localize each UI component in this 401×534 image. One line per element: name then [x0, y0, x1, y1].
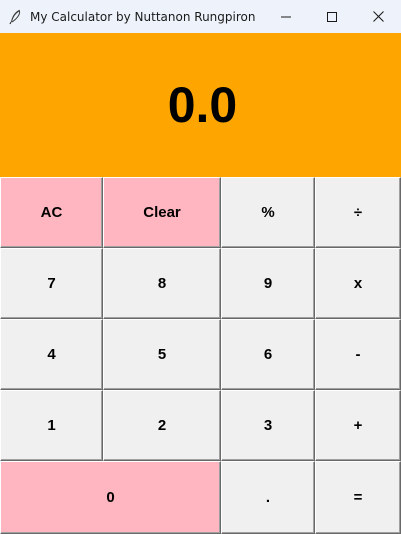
maximize-button[interactable] — [309, 0, 355, 33]
multiply-button[interactable]: x — [315, 248, 401, 319]
minus-button[interactable]: - — [315, 319, 401, 390]
close-button[interactable] — [355, 0, 401, 33]
clear-button[interactable]: Clear — [103, 177, 221, 248]
feather-icon — [0, 0, 30, 33]
maximize-icon — [327, 11, 337, 22]
divide-button[interactable]: ÷ — [315, 177, 401, 248]
ac-button[interactable]: AC — [0, 177, 103, 248]
display-value: 0.0 — [167, 77, 238, 133]
plus-button[interactable]: + — [315, 390, 401, 461]
digit-4-button[interactable]: 4 — [0, 319, 103, 390]
close-icon — [372, 11, 384, 22]
digit-8-button[interactable]: 8 — [103, 248, 221, 319]
minimize-button[interactable] — [263, 0, 309, 33]
digit-0-button[interactable]: 0 — [0, 461, 221, 534]
percent-button[interactable]: % — [221, 177, 315, 248]
digit-2-button[interactable]: 2 — [103, 390, 221, 461]
digit-6-button[interactable]: 6 — [221, 319, 315, 390]
window-title: My Calculator by Nuttanon Rungpiron — [30, 9, 256, 24]
decimal-point-button[interactable]: . — [221, 461, 315, 534]
digit-1-button[interactable]: 1 — [0, 390, 103, 461]
equals-button[interactable]: = — [315, 461, 401, 534]
digit-9-button[interactable]: 9 — [221, 248, 315, 319]
digit-7-button[interactable]: 7 — [0, 248, 103, 319]
digit-3-button[interactable]: 3 — [221, 390, 315, 461]
result-display: 0.0 — [0, 33, 401, 177]
digit-5-button[interactable]: 5 — [103, 319, 221, 390]
title-bar: My Calculator by Nuttanon Rungpiron — [0, 0, 401, 33]
calculator-window: My Calculator by Nuttanon Rungpiron 0.0 … — [0, 0, 401, 534]
minimize-icon — [281, 16, 291, 17]
